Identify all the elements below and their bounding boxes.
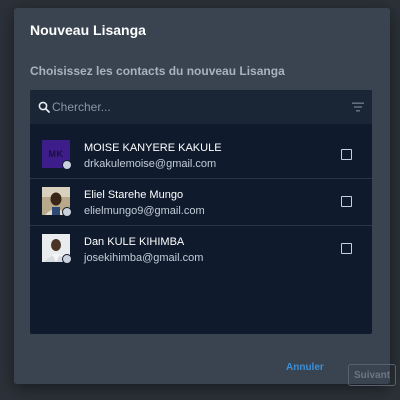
dialog-subtitle: Choisissez les contacts du nouveau Lisan… [30, 64, 285, 78]
contact-name: Dan KULE KIHIMBA [84, 236, 185, 248]
select-checkbox[interactable] [341, 243, 352, 254]
search-input[interactable] [52, 97, 332, 117]
contact-email: drkakulemoise@gmail.com [84, 158, 217, 170]
contact-email: elielmungo9@gmail.com [84, 205, 205, 217]
search-icon [38, 101, 50, 113]
avatar [42, 187, 72, 217]
contact-list: MK MOISE KANYERE KAKULE drkakulemoise@gm… [30, 132, 372, 272]
status-dot [62, 207, 72, 217]
contacts-panel: MK MOISE KANYERE KAKULE drkakulemoise@gm… [30, 90, 372, 334]
dialog-title: Nouveau Lisanga [30, 22, 146, 38]
contact-name: MOISE KANYERE KAKULE [84, 142, 222, 154]
contact-email: josekihimba@gmail.com [84, 252, 204, 264]
filter-icon[interactable] [352, 102, 364, 112]
status-dot [62, 160, 72, 170]
contact-row[interactable]: Eliel Starehe Mungo elielmungo9@gmail.co… [30, 179, 372, 226]
contact-row[interactable]: Dan KULE KIHIMBA josekihimba@gmail.com [30, 226, 372, 272]
select-checkbox[interactable] [341, 149, 352, 160]
status-dot [62, 254, 72, 264]
cancel-button[interactable]: Annuler [286, 362, 324, 373]
search-bar [30, 90, 372, 124]
next-button[interactable]: Suivant [348, 364, 396, 386]
avatar: MK [42, 140, 72, 170]
select-checkbox[interactable] [341, 196, 352, 207]
new-lisanga-dialog: Nouveau Lisanga Choisissez les contacts … [14, 8, 396, 386]
avatar [42, 234, 72, 264]
contact-name: Eliel Starehe Mungo [84, 189, 184, 201]
contact-row[interactable]: MK MOISE KANYERE KAKULE drkakulemoise@gm… [30, 132, 372, 179]
